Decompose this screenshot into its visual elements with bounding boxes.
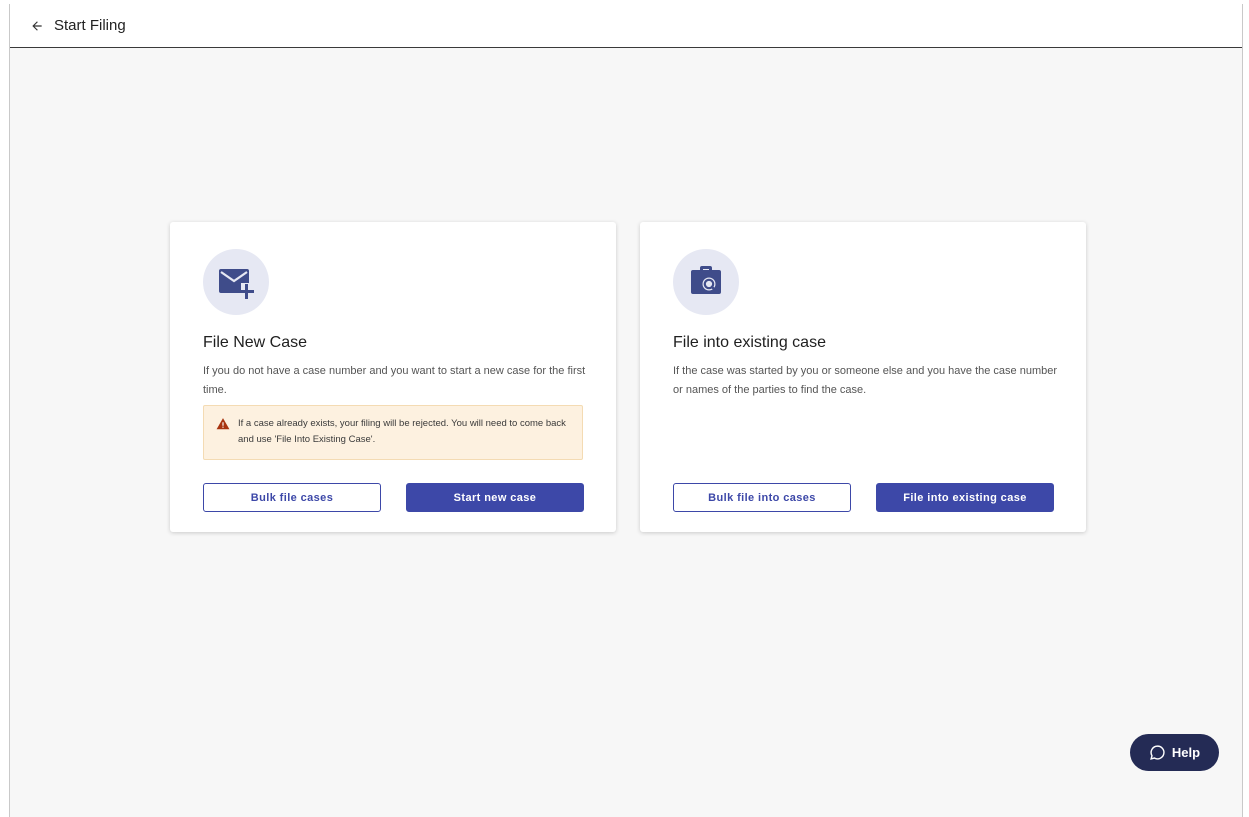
- bulk-file-into-cases-button[interactable]: Bulk file into cases: [673, 483, 851, 512]
- warning-triangle-icon: [216, 418, 230, 430]
- help-label: Help: [1171, 745, 1201, 760]
- page-title: Start Filing: [54, 17, 126, 34]
- card-description: If the case was started by you or someon…: [673, 365, 1058, 396]
- arrow-left-icon: [32, 20, 42, 31]
- card-icon-circle: [673, 249, 739, 315]
- start-new-case-button[interactable]: Start new case: [406, 483, 584, 512]
- card-title: File into existing case: [673, 334, 826, 351]
- top-bar: Start Filing: [10, 4, 1242, 48]
- card-title: File New Case: [203, 334, 308, 351]
- card-icon-circle: [203, 249, 269, 315]
- briefcase-search-icon: [691, 266, 721, 294]
- warning-text: If a case already exists, your filing wi…: [238, 418, 566, 445]
- file-new-case-card: File New Case If you do not have a case …: [170, 222, 616, 532]
- warning-banner: If a case already exists, your filing wi…: [203, 405, 583, 460]
- page-frame: Start Filing File New Case If you do not…: [9, 4, 1243, 817]
- mail-plus-icon: [219, 269, 254, 299]
- help-button[interactable]: Help: [1130, 734, 1219, 771]
- card-description: If you do not have a case number and you…: [203, 365, 586, 396]
- back-button[interactable]: Start Filing: [30, 17, 126, 34]
- chat-bubble-icon: [1150, 745, 1165, 760]
- file-existing-case-card: File into existing case If the case was …: [640, 222, 1086, 532]
- bulk-file-cases-button[interactable]: Bulk file cases: [203, 483, 381, 512]
- file-into-existing-case-button[interactable]: File into existing case: [876, 483, 1054, 512]
